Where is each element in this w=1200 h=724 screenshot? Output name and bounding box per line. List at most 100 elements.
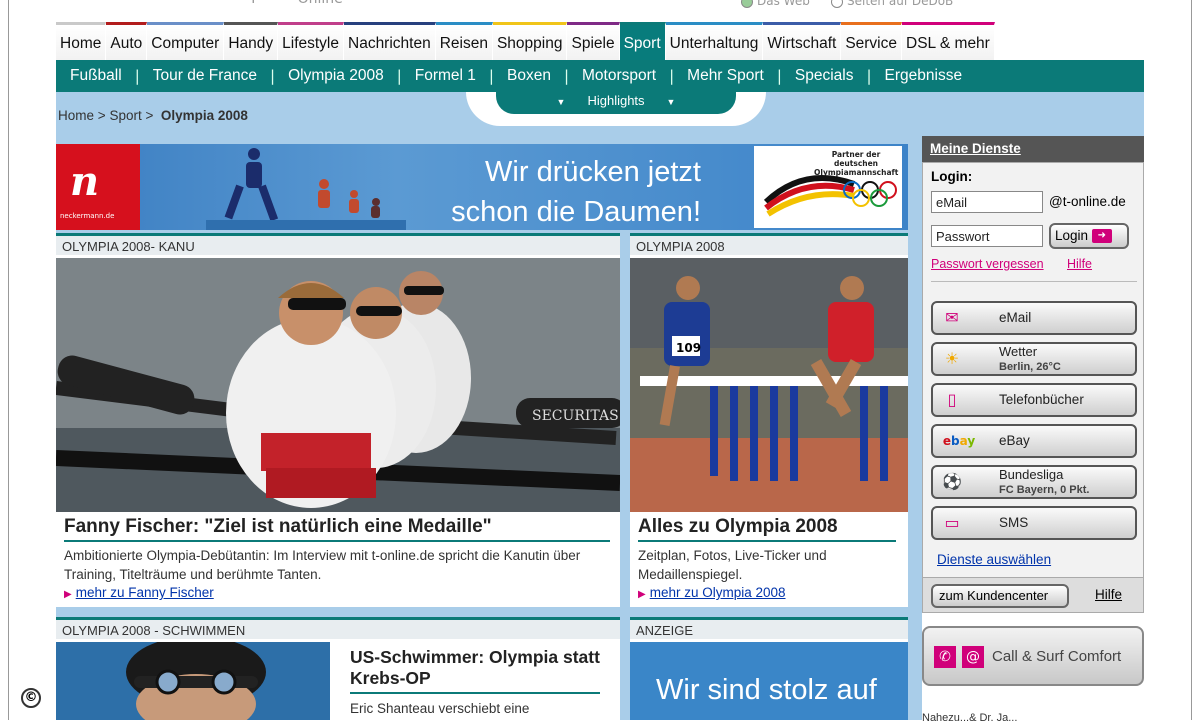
login-button[interactable]: Login ➜	[1049, 223, 1129, 249]
kundencenter-button[interactable]: zum Kundencenter	[931, 584, 1069, 608]
neckermann-logo: n neckermann.de	[56, 144, 140, 230]
copyright-icon: ©	[21, 688, 41, 708]
neckermann-ad-banner[interactable]: n neckermann.de Wir drücken jetzt schon …	[56, 144, 908, 230]
call-surf-comfort-ad[interactable]: ✆ @ Call & Surf Comfort	[922, 626, 1144, 686]
schwimmen-article-panel: OLYMPIA 2008 - SCHWIMMEN US-Schwimmer: O…	[56, 617, 620, 720]
search-option-web[interactable]: Das Web	[741, 0, 810, 8]
login-arrow-icon: ➜	[1091, 229, 1112, 244]
panel-header: OLYMPIA 2008- KANU	[56, 233, 620, 255]
subnav-item-motorsport[interactable]: Motorsport	[582, 67, 656, 85]
nav-item-reisen[interactable]: Reisen	[435, 22, 493, 60]
highlights-tab[interactable]: ▼ Highlights ▼	[466, 92, 766, 126]
article-teaser: Ambitionierte Olympia-Debütantin: Im Int…	[64, 548, 581, 582]
headline-rule	[638, 540, 896, 542]
help-link[interactable]: Hilfe	[1067, 257, 1092, 271]
subnav-item-fu-ball[interactable]: Fußball	[70, 67, 122, 85]
subnav-item-formel-1[interactable]: Formel 1	[415, 67, 476, 85]
subnav-item-tour-de-france[interactable]: Tour de France	[153, 67, 257, 85]
subnav-item-olympia-2008[interactable]: Olympia 2008	[288, 67, 384, 85]
banner-slogan: Wir drücken jetzt schon die Daumen!	[451, 156, 701, 228]
subnav-item-boxen[interactable]: Boxen	[507, 67, 551, 85]
nav-item-nachrichten[interactable]: Nachrichten	[344, 22, 436, 60]
olympia-article-panel: OLYMPIA 2008 109 Alles zu Olympia 2008 Z…	[630, 233, 908, 607]
service-bundesliga[interactable]: ⚽ Bundesliga FC Bayern, 0 Pkt.	[931, 465, 1137, 499]
service-wetter[interactable]: ☀ Wetter Berlin, 26°C	[931, 342, 1137, 376]
main-navigation: Home Auto Computer Handy Lifestyle Nachrichte…	[56, 22, 1144, 60]
sms-icon: ▭	[944, 513, 960, 532]
headline-rule	[350, 692, 600, 694]
article-headline[interactable]: Alles zu Olympia 2008	[638, 516, 838, 538]
email-icon: ✉	[945, 308, 959, 327]
nav-item-service[interactable]: Service	[841, 22, 902, 60]
football-icon: ⚽	[942, 472, 962, 491]
help-link-2[interactable]: Hilfe	[1095, 587, 1122, 602]
nav-item-dsl-mehr[interactable]: DSL & mehr	[902, 22, 995, 60]
service-telefonbuecher[interactable]: ▯ Telefonbücher	[931, 383, 1137, 417]
olympic-rings-icon	[763, 175, 897, 217]
password-field[interactable]	[931, 225, 1043, 247]
service-sms[interactable]: ▭ SMS	[931, 506, 1137, 540]
kanu-article-panel: OLYMPIA 2008- KANU SECURITAS Fanny Fisch…	[56, 233, 620, 607]
breadcrumb: Home > Sport > Olympia 2008	[58, 108, 248, 123]
subnav-separator: |	[396, 67, 402, 85]
browser-frame: T · · · · Online Das Web Seiten auf DeDo…	[8, 0, 1192, 724]
highlights-dropdown[interactable]: ▼ Highlights ▼	[496, 92, 736, 114]
phone-icon: ✆	[934, 646, 956, 668]
subnav-separator: |	[270, 67, 276, 85]
search-option-site[interactable]: Seiten auf DeDoB	[831, 0, 953, 8]
hurdles-photo[interactable]: 109	[630, 258, 908, 512]
sidebar-cut-text: Nahezu...& Dr. Ja...	[922, 712, 1018, 724]
nav-item-unterhaltung[interactable]: Unterhaltung	[665, 22, 764, 60]
nav-item-home[interactable]: Home	[56, 22, 107, 60]
sprinters-image	[206, 148, 406, 230]
nav-item-lifestyle[interactable]: Lifestyle	[278, 22, 344, 60]
service-email[interactable]: ✉ eMail	[931, 301, 1137, 335]
more-link[interactable]: ▶ mehr zu Fanny Fischer	[64, 585, 214, 600]
login-label: Login:	[931, 169, 973, 184]
kundencenter-bar: zum Kundencenter Hilfe	[922, 577, 1144, 613]
radio-icon[interactable]	[741, 0, 753, 8]
nav-item-shopping[interactable]: Shopping	[492, 22, 568, 60]
subnav-item-mehr-sport[interactable]: Mehr Sport	[687, 67, 764, 85]
kanu-photo[interactable]: SECURITAS	[56, 258, 620, 512]
subnav-separator: |	[488, 67, 494, 85]
swimmer-photo[interactable]	[56, 642, 330, 720]
radio-icon[interactable]	[831, 0, 843, 8]
panel-header: OLYMPIA 2008	[630, 233, 908, 255]
nav-item-sport[interactable]: Sport	[619, 22, 666, 60]
arrow-right-icon: ▶	[64, 589, 72, 600]
service-ebay[interactable]: ebay eBay	[931, 424, 1137, 458]
more-link[interactable]: ▶ mehr zu Olympia 2008	[638, 585, 786, 600]
anzeige-panel: ANZEIGE Wir sind stolz auf	[630, 617, 908, 720]
breadcrumb-home[interactable]: Home	[58, 108, 94, 123]
breadcrumb-current: Olympia 2008	[160, 108, 248, 123]
email-field[interactable]	[931, 191, 1043, 213]
nav-item-auto[interactable]: Auto	[106, 22, 148, 60]
triangle-down-icon: ▼	[556, 97, 566, 107]
meine-dienste-sidebar: Meine Dienste Login: @t-online.de Login …	[922, 136, 1144, 724]
anzeige-ad[interactable]: Wir sind stolz auf	[630, 642, 908, 720]
article-headline[interactable]: Fanny Fischer: "Ziel ist natürlich eine …	[64, 516, 492, 538]
panel-header: OLYMPIA 2008 - SCHWIMMEN	[56, 617, 620, 639]
triangle-down-icon: ▼	[666, 97, 676, 107]
subnav-separator: |	[563, 67, 569, 85]
article-headline[interactable]: US-Schwimmer: Olympia statt Krebs-OP	[350, 647, 610, 689]
article-teaser: Zeitplan, Fotos, Live-Ticker und Medaill…	[638, 548, 827, 582]
nav-item-spiele[interactable]: Spiele	[567, 22, 620, 60]
arrow-right-icon: ▶	[638, 589, 646, 600]
at-icon: @	[962, 646, 984, 668]
nav-item-wirtschaft[interactable]: Wirtschaft	[763, 22, 842, 60]
breadcrumb-sport[interactable]: Sport	[109, 108, 141, 123]
dienste-auswaehlen-link[interactable]: Dienste auswählen	[937, 552, 1051, 567]
headline-rule	[64, 540, 610, 542]
subnav-item-ergebnisse[interactable]: Ergebnisse	[885, 67, 963, 85]
subnav-item-specials[interactable]: Specials	[795, 67, 854, 85]
subnav-separator: |	[866, 67, 872, 85]
nav-item-handy[interactable]: Handy	[224, 22, 279, 60]
nav-item-computer[interactable]: Computer	[147, 22, 225, 60]
sidebar-title[interactable]: Meine Dienste	[922, 136, 1144, 162]
domain-label: @t-online.de	[1049, 194, 1126, 209]
forgot-password-link[interactable]: Passwort vergessen	[931, 257, 1044, 271]
svg-text:109: 109	[676, 341, 701, 355]
olympic-partner-badge: Partner der deutschen Olympiamannschaft	[754, 146, 902, 228]
